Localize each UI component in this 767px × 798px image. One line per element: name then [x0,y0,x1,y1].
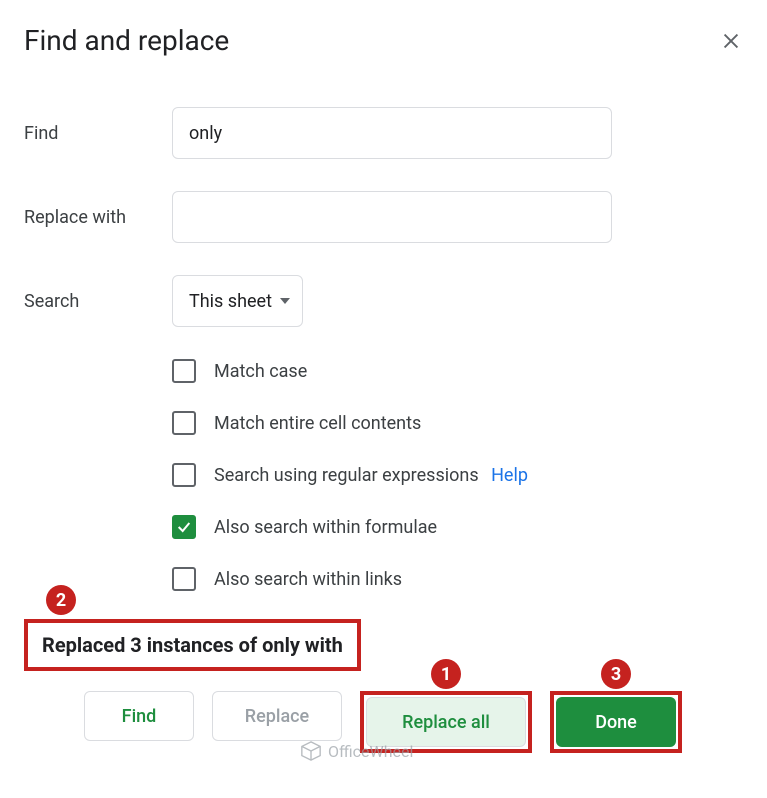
search-scope-select[interactable]: This sheet [172,275,303,327]
find-button[interactable]: Find [84,691,194,741]
replace-input[interactable] [172,191,612,243]
formulae-label: Also search within formulae [214,517,437,538]
annotation-badge-1: 1 [431,659,461,689]
replace-label: Replace with [24,207,172,228]
done-button[interactable]: Done [556,697,676,747]
regex-label: Search using regular expressions Help [214,465,528,486]
status-message: Replaced 3 instances of only with [42,633,343,657]
match-entire-checkbox[interactable] [172,411,196,435]
match-case-label: Match case [214,361,307,382]
replace-all-highlight: 1 Replace all [360,691,532,753]
find-input[interactable] [172,107,612,159]
formulae-checkbox[interactable] [172,515,196,539]
dialog-title: Find and replace [24,24,229,57]
dropdown-triangle-icon [280,298,290,304]
close-icon[interactable] [719,29,743,53]
match-case-checkbox[interactable] [172,359,196,383]
search-scope-value: This sheet [189,291,272,312]
done-highlight: 3 Done [550,691,682,753]
replace-all-button[interactable]: Replace all [366,697,526,747]
annotation-badge-2: 2 [46,585,76,615]
search-label: Search [24,291,172,312]
status-message-box: 2 Replaced 3 instances of only with [24,619,361,671]
links-label: Also search within links [214,569,402,590]
links-checkbox[interactable] [172,567,196,591]
annotation-badge-3: 3 [601,659,631,689]
replace-button[interactable]: Replace [212,691,342,741]
match-entire-label: Match entire cell contents [214,413,421,434]
regex-checkbox[interactable] [172,463,196,487]
regex-help-link[interactable]: Help [491,465,528,486]
find-label: Find [24,123,172,144]
